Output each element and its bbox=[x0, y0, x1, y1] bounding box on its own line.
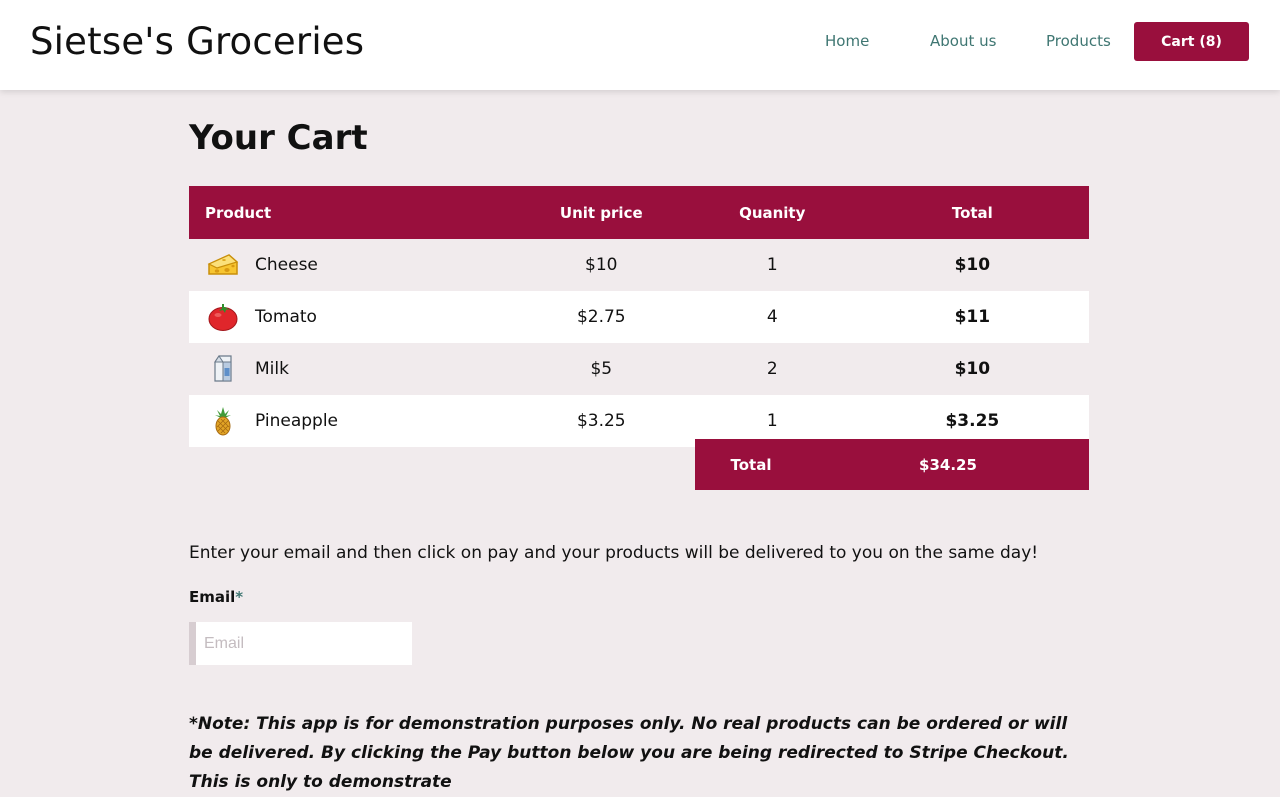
unit-price-cell: $2.75 bbox=[513, 291, 689, 343]
product-name: Cheese bbox=[255, 255, 318, 275]
grand-total-label: Total bbox=[730, 456, 772, 474]
top-navigation-bar: Sietse's Groceries Home About us Product… bbox=[0, 0, 1280, 90]
nav-link-home[interactable]: Home bbox=[825, 32, 869, 50]
quantity-cell: 2 bbox=[688, 343, 856, 395]
product-cell: Cheese bbox=[189, 239, 514, 291]
row-total-cell: $11 bbox=[855, 291, 1089, 343]
checkout-instructions: Enter your email and then click on pay a… bbox=[189, 543, 1039, 563]
row-total-cell: $10 bbox=[855, 343, 1089, 395]
quantity-cell: 1 bbox=[688, 239, 856, 291]
column-header-unit-price: Unit price bbox=[513, 186, 689, 239]
quantity-cell: 4 bbox=[688, 291, 856, 343]
column-header-quantity: Quanity bbox=[688, 186, 856, 239]
grand-total-value: $34.25 bbox=[919, 456, 977, 474]
column-header-product: Product bbox=[189, 186, 514, 239]
email-label: Email* bbox=[189, 588, 243, 606]
column-header-total: Total bbox=[855, 186, 1089, 239]
product-cell: Tomato bbox=[189, 291, 514, 343]
cheese-icon bbox=[205, 249, 241, 281]
page-title: Your Cart bbox=[189, 118, 368, 158]
nav-link-about-us[interactable]: About us bbox=[930, 32, 996, 50]
tomato-icon bbox=[205, 301, 241, 333]
unit-price-cell: $10 bbox=[513, 239, 689, 291]
row-total-cell: $10 bbox=[855, 239, 1089, 291]
unit-price-cell: $3.25 bbox=[513, 395, 689, 447]
cart-table: Product Unit price Quanity Total Cheese … bbox=[189, 186, 1089, 447]
nav-link-products[interactable]: Products bbox=[1046, 32, 1111, 50]
unit-price-cell: $5 bbox=[513, 343, 689, 395]
table-row: Milk $5 2 $10 bbox=[189, 343, 1089, 395]
required-asterisk: * bbox=[235, 588, 244, 606]
table-row: Tomato $2.75 4 $11 bbox=[189, 291, 1089, 343]
product-cell: Milk bbox=[189, 343, 514, 395]
product-name: Milk bbox=[255, 359, 289, 379]
demo-note: *Note: This app is for demonstration pur… bbox=[189, 714, 1069, 792]
milk-icon bbox=[205, 353, 241, 385]
cart-button[interactable]: Cart (8) bbox=[1134, 22, 1249, 61]
product-name: Tomato bbox=[255, 307, 317, 327]
product-cell: Pineapple bbox=[189, 395, 514, 447]
pineapple-icon bbox=[205, 405, 241, 437]
email-label-text: Email bbox=[189, 588, 236, 606]
cart-table-header-row: Product Unit price Quanity Total bbox=[189, 186, 1089, 239]
grand-total-bar: Total $34.25 bbox=[695, 439, 1089, 490]
email-input[interactable] bbox=[189, 622, 412, 665]
brand-logo-text[interactable]: Sietse's Groceries bbox=[30, 20, 364, 63]
table-row: Cheese $10 1 $10 bbox=[189, 239, 1089, 291]
product-name: Pineapple bbox=[255, 411, 339, 431]
